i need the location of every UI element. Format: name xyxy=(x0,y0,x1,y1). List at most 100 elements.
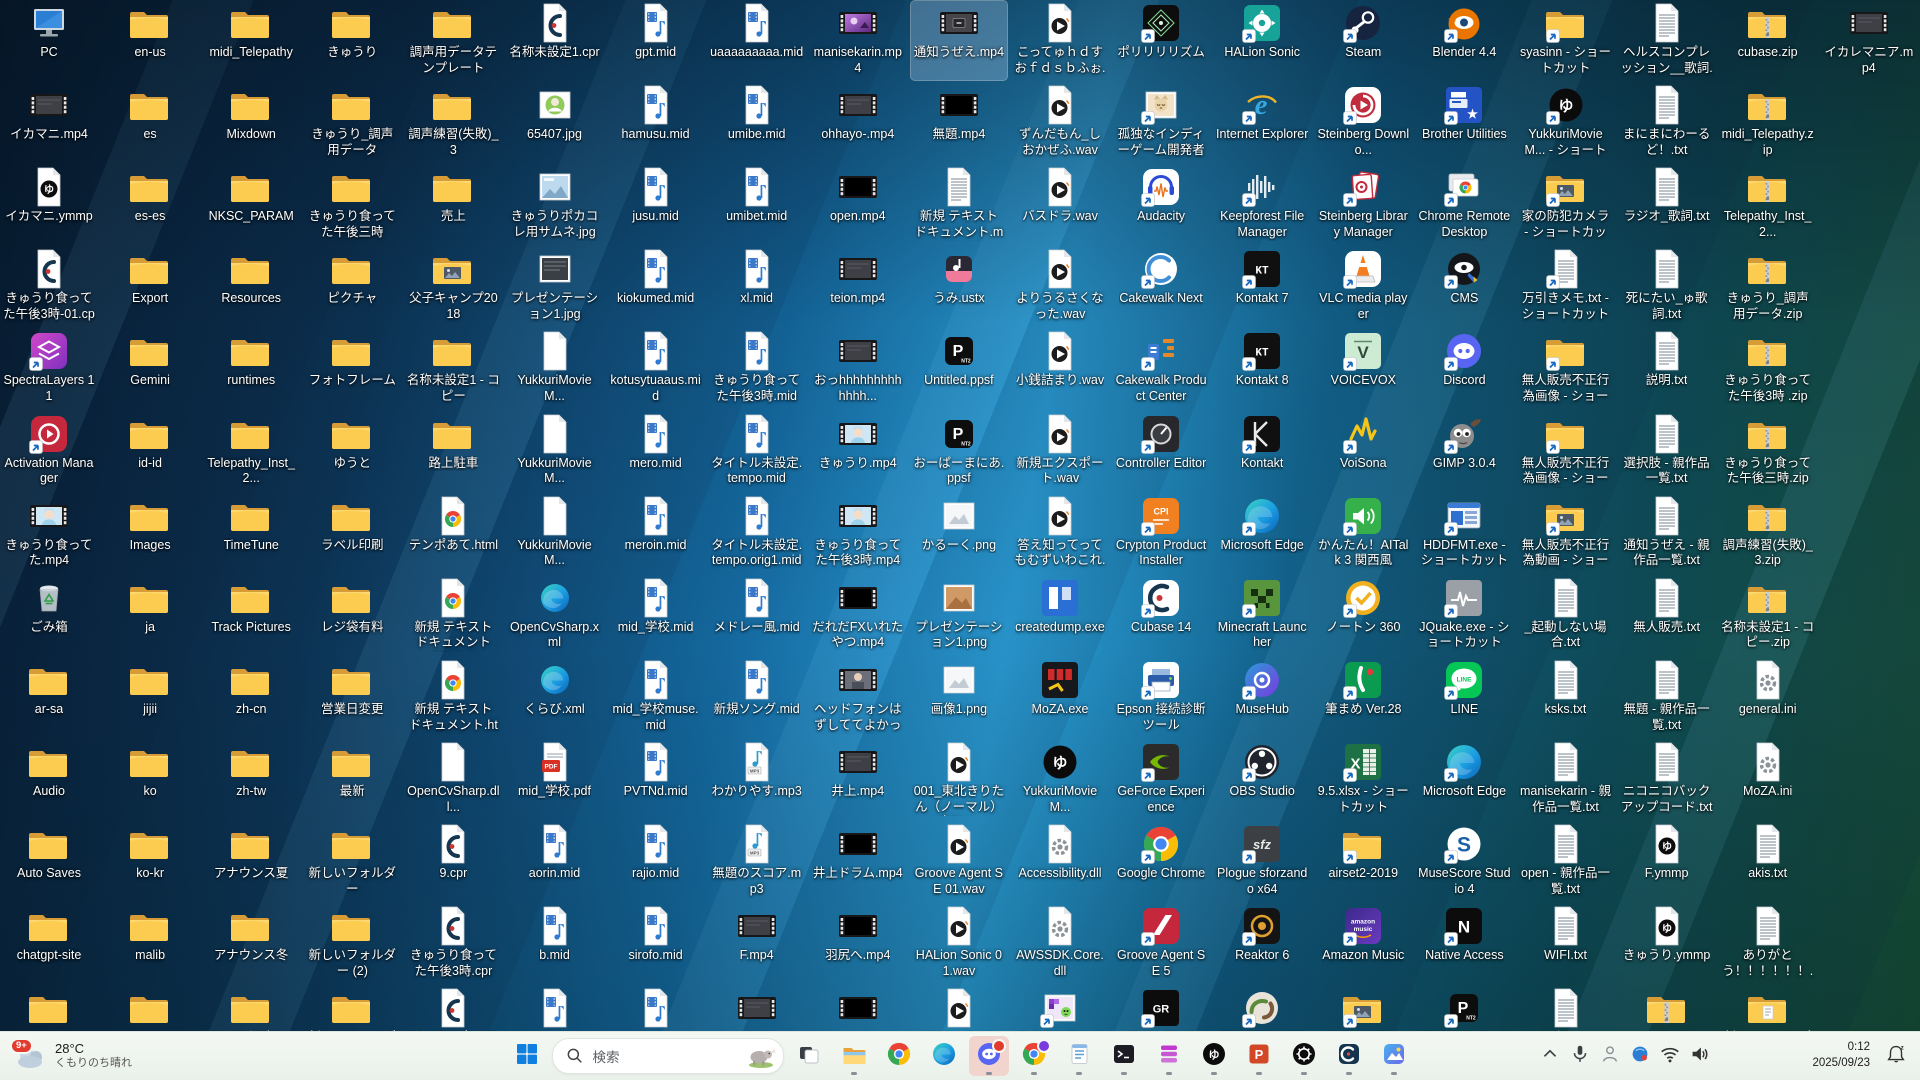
desktop-icon-JQuake-exe---[interactable]: JQuake.exe - ショートカット xyxy=(1416,576,1512,655)
desktop-icon--3--01-cpr[interactable]: きゅうり食ってた午後3時-01.cpr xyxy=(1,247,97,326)
desktop-icon--mid[interactable]: 新規ソング.mid xyxy=(709,658,805,737)
desktop-icon--[interactable]: 新しいフォルダー xyxy=(304,822,400,901)
desktop-icon-9-5-xlsx---[interactable]: X 9.5.xlsx - ショートカット xyxy=(1315,740,1411,819)
desktop-icon-HDDFMT-exe---[interactable]: HDDFMT.exe - ショートカット xyxy=(1416,494,1512,573)
taskbar-app-task-view[interactable] xyxy=(789,1036,829,1076)
desktop-icon-ksks-txt[interactable]: ksks.txt xyxy=(1518,658,1614,737)
desktop-icon--txt[interactable]: 無人販売.txt xyxy=(1619,576,1715,655)
desktop-icon-9-cpr[interactable]: 9.cpr xyxy=(405,822,501,901)
desktop-icon-Cubase-14[interactable]: Cubase 14 xyxy=(1113,576,1209,655)
desktop-icon--hhhhhhhhhhhhh-[interactable]: おっhhhhhhhhhhhhh... xyxy=(810,329,906,408)
desktop-icon-Blender-4-4[interactable]: Blender 4.4 xyxy=(1416,1,1512,80)
desktop-icon--[interactable]: ポリリリリズム xyxy=(1113,1,1209,80)
desktop-icon--mid[interactable]: メドレー風.mid xyxy=(709,576,805,655)
desktop-icon-LINE[interactable]: LINE LINE xyxy=(1416,658,1512,737)
desktop-icon-Export[interactable]: Export xyxy=(102,247,198,326)
taskbar-app-file-explorer[interactable] xyxy=(834,1036,874,1076)
desktop-icon-ko[interactable]: ko xyxy=(102,740,198,819)
desktop-icon--[interactable]: きゅうり食ってた午後三時 xyxy=(304,165,400,244)
desktop-icon--[interactable]: フォトフレーム xyxy=(304,329,400,408)
desktop-icon-Epson-[interactable]: Epson 接続診断ツール xyxy=(1113,658,1209,737)
desktop-icon-midi_Telepathy-zip[interactable]: midi_Telepathy.zip xyxy=(1720,83,1816,162)
desktop-icon-xl-mid[interactable]: xl.mid xyxy=(709,247,805,326)
desktop-icon-HALion-Sonic[interactable]: HALion Sonic xyxy=(1214,1,1310,80)
desktop-icon--mp4[interactable]: きゅうり.mp4 xyxy=(810,412,906,491)
desktop-icon-65407-jpg[interactable]: 65407.jpg xyxy=(507,83,603,162)
desktop-icon-Brother-Utilities[interactable]: ★ Brother Utilities xyxy=(1416,83,1512,162)
desktop-icon-aorin-mid[interactable]: aorin.mid xyxy=(507,822,603,901)
desktop-icon-malib[interactable]: malib xyxy=(102,904,198,983)
taskbar-app-photos[interactable] xyxy=(1374,1036,1414,1076)
desktop-icon--[interactable]: ゆうと xyxy=(304,412,400,491)
desktop-icon--mp4[interactable]: 無題.mp4 xyxy=(911,83,1007,162)
desktop-icon--1-png[interactable]: プレゼンテーション1.png xyxy=(911,576,1007,655)
desktop-icon-ja[interactable]: ja xyxy=(102,576,198,655)
desktop-icon--mp4[interactable]: イカレマニア.mp4 xyxy=(1821,1,1917,80)
tray-microphone[interactable] xyxy=(1566,1036,1594,1076)
desktop-icon--jpg[interactable]: きゅうりポカコレ用サムネ.jpg xyxy=(507,165,603,244)
desktop-icon-Steam[interactable]: Steam xyxy=(1315,1,1411,80)
taskbar-clock[interactable]: 0:12 2025/09/23 xyxy=(1806,1032,1876,1080)
desktop-icon--1---[interactable]: 名称未設定1 - コピー xyxy=(405,329,501,408)
desktop-icon--3-mid[interactable]: きゅうり食ってた午後3時.mid xyxy=(709,329,805,408)
desktop-icon-mero-mid[interactable]: mero.mid xyxy=(608,412,704,491)
taskbar-app-powerpoint[interactable]: P xyxy=(1239,1036,1279,1076)
desktop-icon-chatgpt-site[interactable]: chatgpt-site xyxy=(1,904,97,983)
desktop-icon--[interactable]: アナウンス冬 xyxy=(203,904,299,983)
desktop-icon-general-ini[interactable]: general.ini xyxy=(1720,658,1816,737)
desktop-icon-es-es[interactable]: es-es xyxy=(102,165,198,244)
desktop-icon-Steinberg-Library-Manager[interactable]: Steinberg Library Manager xyxy=(1315,165,1411,244)
desktop-icon-Controller-Editor[interactable]: Controller Editor xyxy=(1113,412,1209,491)
desktop-icon-YukkuriMovieM-[interactable]: ゆ YukkuriMovieM... xyxy=(1012,740,1108,819)
desktop-icon-Kontakt[interactable]: Kontakt xyxy=(1214,412,1310,491)
desktop-icon--[interactable]: 営業日変更 xyxy=(304,658,400,737)
desktop-icon--wav[interactable]: よりうるさくなった.wav xyxy=(1012,247,1108,326)
desktop-icon-Cakewalk-Next[interactable]: Cakewalk Next xyxy=(1113,247,1209,326)
desktop-icon-Internet-Explorer[interactable]: e Internet Explorer xyxy=(1214,83,1310,162)
desktop-icon--1-cpr[interactable]: 名称未設定1.cpr xyxy=(507,1,603,80)
desktop-icon-jusu-mid[interactable]: jusu.mid xyxy=(608,165,704,244)
desktop-icon--360[interactable]: ノートン 360 xyxy=(1315,576,1411,655)
tray-person[interactable] xyxy=(1596,1036,1624,1076)
desktop-icon-hamusu-mid[interactable]: hamusu.mid xyxy=(608,83,704,162)
desktop-icon--_-[interactable]: きゅうり_調声用データ xyxy=(304,83,400,162)
desktop-icon-Untitled-ppsf[interactable]: P NT2 Untitled.ppsf xyxy=(911,329,1007,408)
desktop-icon-AWSSDK-Core-dll[interactable]: AWSSDK.Core.dll xyxy=(1012,904,1108,983)
desktop-icon--2018[interactable]: 父子キャンプ2018 xyxy=(405,247,501,326)
desktop-icon--1-jpg[interactable]: プレゼンテーション1.jpg xyxy=(507,247,603,326)
desktop-icon-ko-kr[interactable]: ko-kr xyxy=(102,822,198,901)
taskbar-app-yukkuri-movie-maker[interactable]: ゆ xyxy=(1194,1036,1234,1076)
desktop-icon-uaaaaaaaaa-mid[interactable]: uaaaaaaaaa.mid xyxy=(709,1,805,80)
desktop-icon--ymmp[interactable]: ゆきゅうり.ymmp xyxy=(1619,904,1715,983)
desktop-icon--[interactable]: 売上 xyxy=(405,165,501,244)
tray-wifi[interactable] xyxy=(1656,1036,1684,1076)
desktop-icon-Groove-Agent-SE-5[interactable]: Groove Agent SE 5 xyxy=(1113,904,1209,983)
desktop-icon-ar-sa[interactable]: ar-sa xyxy=(1,658,97,737)
desktop-icon----txt[interactable]: 通知うぜえ - 親作品一覧.txt xyxy=(1619,494,1715,573)
desktop-icon--2-[interactable]: 新しいフォルダー (2) xyxy=(304,904,400,983)
desktop-icon--html[interactable]: テンポあて.html xyxy=(405,494,501,573)
taskbar-app-discord[interactable] xyxy=(968,1036,1009,1076)
desktop-icon--_-zip[interactable]: きゅうり_調声用データ.zip xyxy=(1720,247,1816,326)
desktop-icon--txt[interactable]: 説明.txt xyxy=(1619,329,1715,408)
desktop-icon-Telepathy_Inst_2-[interactable]: Telepathy_Inst_2... xyxy=(203,412,299,491)
desktop-icon--mp4[interactable]: 羽尻へ.mp4 xyxy=(810,904,906,983)
desktop-icon--wav[interactable]: こってゅｈｄすおｆｄｓｂふぉ.wav xyxy=(1012,1,1108,80)
desktop-icon-YukkuriMovieM-[interactable]: YukkuriMovieM... xyxy=(507,412,603,491)
desktop-icon--[interactable]: 調声用データテンプレート xyxy=(405,1,501,80)
tray-weather-sphere[interactable] xyxy=(1626,1036,1654,1076)
desktop-icon--[interactable]: ピクチャ xyxy=(304,247,400,326)
desktop-icon--1-png[interactable]: 画像1.png xyxy=(911,658,1007,737)
taskbar-app-edge[interactable] xyxy=(924,1036,964,1076)
desktop-icon-_-txt[interactable]: _起動しない場合.txt xyxy=(1518,576,1614,655)
desktop-icon-MoZA-exe[interactable]: MoZA.exe xyxy=(1012,658,1108,737)
taskbar-app-notepad[interactable] xyxy=(1059,1036,1099,1076)
desktop-icon-teion-mp4[interactable]: teion.mp4 xyxy=(810,247,906,326)
desktop-icon--AITalk-3-[interactable]: かんたん！AITalk 3 関西風 xyxy=(1315,494,1411,573)
desktop-icon-zh-cn[interactable]: zh-cn xyxy=(203,658,299,737)
desktop-icon--mp4[interactable]: きゅうり食ってた.mp4 xyxy=(1,494,97,573)
desktop-icon--Ver-28[interactable]: 筆まめ Ver.28 xyxy=(1315,658,1411,737)
desktop-icon--txt[interactable]: まにまにわーるど！.txt xyxy=(1619,83,1715,162)
taskbar-app-terminal[interactable] xyxy=(1104,1036,1144,1076)
tray-volume[interactable] xyxy=(1686,1036,1714,1076)
